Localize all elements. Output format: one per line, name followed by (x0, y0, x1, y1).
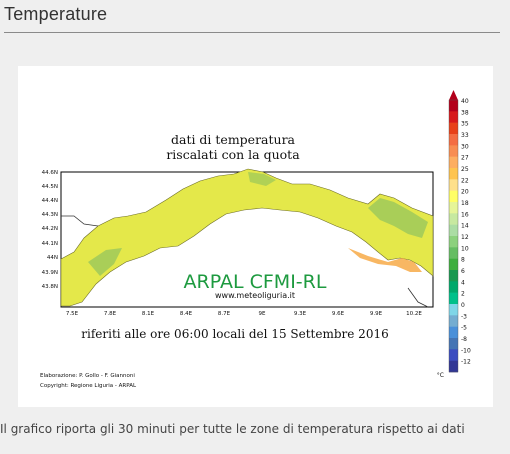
legend-swatch (449, 281, 458, 293)
legend-swatch (449, 360, 458, 373)
x-tick: 8.4E (180, 311, 193, 317)
legend-swatch (449, 236, 458, 248)
y-tick: 44.3N (42, 212, 58, 218)
legend-swatch (449, 122, 458, 135)
x-axis-ticks: 7.5E 7.8E 8.1E 8.4E 8.7E 9E 9.3E 9.6E 9.… (66, 311, 422, 317)
x-tick: 7.5E (66, 311, 79, 317)
legend-label: 14 (461, 223, 469, 230)
y-tick: 44.4N (42, 198, 58, 204)
legend-label: -10 (461, 347, 471, 354)
legend-swatch (449, 145, 458, 157)
legend-swatch (449, 190, 458, 203)
legend-unit: °C (437, 372, 444, 379)
legend-label: -12 (461, 359, 471, 366)
legend-label: 30 (461, 143, 469, 150)
legend-swatch (449, 349, 458, 361)
temperature-map: dati di temperatura riscalati con la quo… (40, 90, 471, 389)
legend-label: 35 (461, 121, 469, 128)
x-tick: 9.9E (370, 311, 383, 317)
x-tick: 7.8E (104, 311, 117, 317)
x-tick: 8.1E (142, 311, 155, 317)
x-tick: 9E (259, 311, 266, 317)
legend-label: 8 (461, 257, 465, 264)
legend-swatch (449, 270, 458, 282)
legend-swatch (449, 213, 458, 225)
map-website: www.meteoliguria.it (215, 291, 295, 300)
legend-label: 4 (461, 279, 465, 286)
map-watermark: ARPAL CFMI-RL (184, 271, 327, 293)
y-tick: 44N (47, 255, 58, 261)
legend-swatch (449, 202, 458, 214)
x-tick: 10.2E (406, 311, 422, 317)
x-tick: 8.7E (218, 311, 231, 317)
y-tick: 44.2N (42, 226, 58, 232)
legend-swatch (449, 168, 458, 180)
legend-swatch (449, 258, 458, 271)
legend-swatch (449, 179, 458, 191)
map-caption: Il grafico riporta gli 30 minuti per tut… (0, 422, 465, 436)
temperature-map-image: dati di temperatura riscalati con la quo… (18, 66, 493, 407)
section-title: Temperature (4, 4, 108, 24)
y-tick: 44.6N (42, 170, 58, 176)
legend-label: 6 (461, 268, 465, 275)
map-title-line2: riscalati con la quota (166, 147, 300, 162)
legend-swatch (449, 224, 458, 237)
legend-swatch (449, 326, 458, 339)
header-divider (4, 32, 500, 33)
legend-swatch (449, 304, 458, 316)
legend-swatch (449, 134, 458, 146)
legend-label: 12 (461, 234, 469, 241)
legend-swatch (449, 111, 458, 123)
legend-label: 2 (461, 291, 465, 298)
legend-label: -5 (461, 325, 467, 332)
legend-arrow-top (449, 90, 458, 100)
x-tick: 9.3E (294, 311, 307, 317)
legend-label: 22 (461, 177, 469, 184)
legend-label: 38 (461, 109, 469, 116)
legend-label: 0 (461, 302, 465, 309)
legend-label: 25 (461, 166, 469, 173)
section-header: Temperature (0, 0, 510, 36)
legend-label: 10 (461, 245, 469, 252)
legend-label: 18 (461, 200, 469, 207)
legend-swatch (449, 100, 458, 112)
x-tick: 9.6E (332, 311, 345, 317)
legend-swatch (449, 247, 458, 259)
map-footer-line: riferiti alle ore 06:00 locali del 15 Se… (81, 327, 388, 341)
legend-label: -8 (461, 336, 467, 343)
y-tick: 43.9N (42, 270, 58, 276)
legend-swatch (449, 156, 458, 169)
legend-swatch (449, 315, 458, 327)
y-axis-ticks: 44.5N 44.4N 44.3N 44.2N 44.1N 44N 43.9N … (42, 170, 58, 290)
legend-label: 20 (461, 189, 469, 196)
legend-swatch (449, 338, 458, 350)
y-tick: 44.5N (42, 184, 58, 190)
y-tick: 43.8N (42, 284, 58, 290)
legend-swatch (449, 292, 458, 305)
credit-copyright: Copyright: Regione Liguria - ARPAL (40, 383, 137, 389)
credit-elaboration: Elaborazione: P. Gollo - F. Giannoni (40, 373, 135, 379)
map-title-line1: dati di temperatura (171, 132, 296, 147)
map-plot-area: ARPAL CFMI-RL www.meteoliguria.it (60, 168, 434, 308)
legend-label: 40 (461, 98, 469, 105)
legend-label: 16 (461, 211, 469, 218)
legend-label: 27 (461, 155, 469, 162)
y-tick: 44.1N (42, 241, 58, 247)
legend-label: -3 (461, 313, 467, 320)
temperature-legend: 403835333027252220181614121086420-3-5-8-… (448, 90, 471, 373)
legend-label: 33 (461, 132, 469, 139)
